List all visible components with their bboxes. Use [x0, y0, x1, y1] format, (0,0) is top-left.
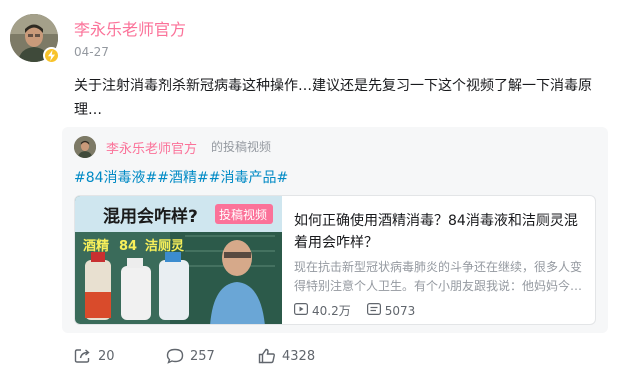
danmaku-icon	[366, 303, 381, 318]
repost-count: 20	[98, 348, 115, 364]
video-stats: 40.2万 5073	[294, 302, 415, 319]
like-count: 4328	[282, 348, 316, 364]
danmaku-count: 5073	[384, 303, 416, 318]
video-thumbnail[interactable]: 混用会咋样? 投稿视频 酒精 84 洁厕灵	[75, 196, 282, 324]
tag-disinfection-products[interactable]: #消毒产品#	[209, 170, 288, 186]
tag-alcohol[interactable]: #酒精#	[157, 170, 208, 186]
forwarded-card[interactable]: 李永乐老师官方 的投稿视频 #84消毒液##酒精##消毒产品# 混用会咋样? 投…	[62, 127, 608, 333]
thumb-title: 混用会咋样?	[103, 206, 198, 227]
thumb-label-84: 84	[119, 239, 137, 254]
video-title[interactable]: 如何正确使用酒精消毒？84消毒液和洁厕灵混着用会咋样？	[294, 210, 584, 254]
lightning-badge-icon	[43, 47, 60, 64]
like-button[interactable]: 4328	[258, 348, 315, 364]
post-text: 关于注射消毒剂杀新冠病毒这种操作…建议还是先复习一下这个视频了解一下消毒原理…	[74, 78, 592, 118]
video-card[interactable]: 混用会咋样? 投稿视频 酒精 84 洁厕灵 如何正确使用酒精消毒？84消毒液和洁…	[74, 195, 596, 325]
card-author-avatar[interactable]	[74, 136, 96, 158]
post-action-bar: 20 257 4328	[74, 348, 315, 364]
author-avatar[interactable]	[10, 14, 60, 64]
thumb-label-toilet: 洁厕灵	[145, 238, 185, 254]
repost-button[interactable]: 20	[74, 348, 166, 364]
video-description: 现在抗击新型冠状病毒肺炎的斗争还在继续，很多人变得特别注意个人卫生。有个小朋友跟…	[294, 260, 583, 293]
thumb-label-alcohol: 酒精	[83, 238, 109, 254]
comment-button[interactable]: 257	[166, 348, 258, 364]
card-action-text: 的投稿视频	[211, 140, 272, 154]
thumbs-up-icon	[258, 348, 276, 364]
comment-icon	[166, 348, 184, 364]
thumb-badge: 投稿视频	[219, 207, 267, 222]
repost-icon	[74, 348, 92, 364]
view-count: 40.2万	[312, 304, 351, 318]
play-icon	[294, 303, 309, 318]
tag-84-disinfectant[interactable]: #84消毒液#	[74, 170, 157, 186]
topic-tags: #84消毒液##酒精##消毒产品#	[74, 167, 288, 187]
post-time[interactable]: 04-27	[74, 45, 109, 59]
card-author-name[interactable]: 李永乐老师官方	[106, 138, 197, 157]
author-name[interactable]: 李永乐老师官方	[74, 16, 186, 40]
comment-count: 257	[190, 348, 215, 364]
